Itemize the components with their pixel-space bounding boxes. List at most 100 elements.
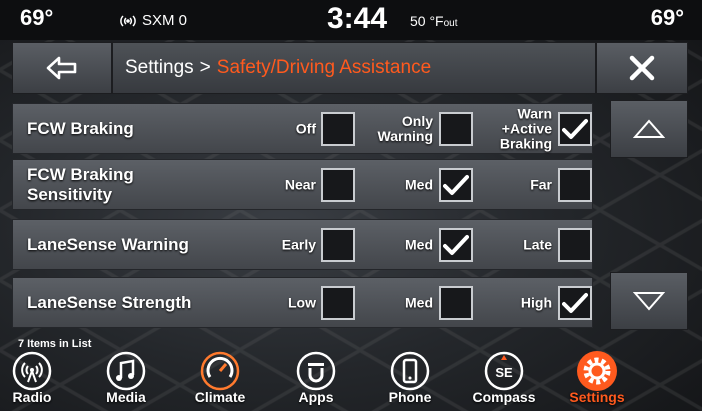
passenger-temp[interactable]: 69°	[651, 5, 684, 31]
checkbox-unchecked[interactable]	[558, 167, 592, 202]
settings-gear-icon	[577, 351, 617, 391]
clock: 3:44	[327, 2, 388, 35]
setting-row: LaneSense Strength Low Med High	[12, 277, 593, 328]
option-label-line: +Active	[501, 120, 552, 136]
climate-icon	[200, 351, 240, 391]
checkbox-unchecked[interactable]	[321, 285, 355, 320]
option-label: Low	[288, 295, 316, 310]
checkbox-unchecked[interactable]	[439, 111, 473, 146]
close-button[interactable]	[596, 42, 688, 94]
nav-phone[interactable]: Phone	[370, 346, 450, 411]
option-label: Med	[405, 295, 433, 310]
option-label-line: Med	[405, 236, 433, 252]
option-label-line: Early	[281, 236, 316, 252]
music-note-icon	[106, 351, 146, 391]
setting-label: FCW Braking Sensitivity	[27, 165, 134, 205]
satellite-icon	[120, 14, 136, 27]
option-label-line: Med	[405, 176, 433, 192]
setting-label-line: LaneSense Strength	[27, 293, 192, 312]
checkbox-checked[interactable]	[558, 285, 592, 320]
bottom-nav-bar: Radio Media Climate Apps Phone SE Compass Setti…	[0, 346, 702, 411]
option-label: Early	[282, 237, 316, 252]
checkbox-unchecked[interactable]	[439, 285, 473, 320]
setting-label-line: FCW Braking	[27, 119, 134, 138]
option-label: Far	[530, 177, 552, 192]
nav-compass[interactable]: SE Compass	[464, 346, 544, 411]
nav-label: Compass	[472, 389, 536, 405]
nav-apps[interactable]: Apps	[276, 346, 356, 411]
nav-radio[interactable]: Radio	[0, 346, 72, 411]
apps-icon	[296, 351, 336, 391]
status-bar: 69° SXM 0 3:44 50 °Fout 69°	[0, 0, 702, 40]
option-label-line: Far	[530, 176, 552, 192]
infotainment-screen: 69° SXM 0 3:44 50 °Fout 69° Settings > S…	[0, 0, 702, 411]
setting-label-line: Sensitivity	[27, 185, 113, 204]
page-title: Safety/Driving Assistance	[216, 57, 432, 78]
checkbox-unchecked[interactable]	[321, 227, 355, 262]
nav-settings[interactable]: Settings	[557, 346, 637, 411]
checkbox-checked[interactable]	[558, 111, 592, 146]
outside-temp-suffix: out	[443, 18, 458, 29]
option-label: Only Warning	[377, 112, 433, 144]
option-label: Off	[296, 121, 316, 136]
setting-label-line: FCW Braking	[27, 165, 134, 184]
checkbox-unchecked[interactable]	[321, 111, 355, 146]
setting-row: FCW Braking Off Only Warning Warn +Active Brak…	[12, 103, 593, 154]
option-label-line: Only	[401, 112, 433, 129]
option-label-line: Low	[288, 294, 316, 310]
scroll-down-button[interactable]	[610, 272, 688, 330]
triangle-up-icon	[633, 119, 665, 138]
checkbox-checked[interactable]	[439, 227, 473, 262]
back-button[interactable]	[12, 42, 112, 94]
option-label-line: Braking	[499, 135, 552, 151]
option-label: Near	[285, 177, 316, 192]
nav-label: Radio	[12, 389, 52, 405]
checkbox-unchecked[interactable]	[558, 227, 592, 262]
option-label: Med	[405, 177, 433, 192]
compass-heading: SE	[495, 365, 513, 380]
checkmark-icon	[443, 174, 469, 195]
checkbox-checked[interactable]	[439, 167, 473, 202]
close-icon	[629, 55, 655, 81]
outside-temp-value: 50 °F	[410, 13, 444, 29]
setting-label: LaneSense Strength	[27, 293, 191, 313]
option-label-line: Late	[523, 236, 552, 252]
nav-climate[interactable]: Climate	[180, 346, 260, 411]
setting-label-line: LaneSense Warning	[27, 235, 189, 254]
checkmark-icon	[562, 292, 588, 313]
setting-row: LaneSense Warning Early Med Late	[12, 219, 593, 270]
option-label-line: Med	[405, 294, 433, 310]
nav-label: Media	[106, 389, 146, 405]
option-label-line: Near	[284, 176, 316, 192]
breadcrumb: Settings > Safety/Driving Assistance	[112, 42, 596, 94]
checkmark-icon	[443, 234, 469, 255]
checkmark-icon	[562, 118, 588, 139]
triangle-down-icon	[633, 292, 665, 311]
outside-temperature: 50 °Fout	[410, 13, 458, 29]
radio-status: SXM 0	[120, 12, 187, 29]
page-header: Settings > Safety/Driving Assistance	[12, 42, 688, 94]
radio-station: SXM 0	[142, 12, 188, 29]
option-label-line: High	[520, 294, 552, 310]
option-label: Late	[523, 237, 552, 252]
option-label-line: Warning	[377, 127, 433, 144]
scroll-up-button[interactable]	[610, 100, 688, 158]
radio-icon	[12, 351, 52, 391]
compass-icon: SE	[484, 351, 524, 391]
option-label: Warn +Active Braking	[500, 106, 552, 151]
phone-icon	[390, 351, 430, 391]
nav-label: Apps	[298, 389, 334, 405]
nav-label: Phone	[388, 389, 432, 405]
option-label-line: Off	[295, 120, 316, 136]
setting-label: LaneSense Warning	[27, 235, 189, 255]
breadcrumb-separator: >	[199, 57, 211, 78]
checkbox-unchecked[interactable]	[321, 167, 355, 202]
setting-row: FCW Braking Sensitivity Near Med Far	[12, 159, 593, 210]
driver-temp[interactable]: 69°	[20, 5, 53, 31]
option-label-line: Warn	[517, 105, 552, 121]
nav-label: Climate	[194, 389, 246, 405]
option-label: Med	[405, 237, 433, 252]
option-label: High	[521, 295, 552, 310]
nav-media[interactable]: Media	[86, 346, 166, 411]
breadcrumb-root[interactable]: Settings	[125, 57, 194, 79]
